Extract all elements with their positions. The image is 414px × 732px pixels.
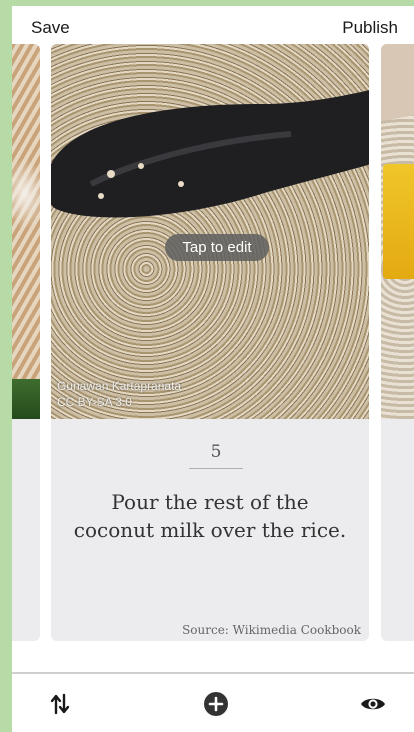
step-photo[interactable]: Tap to edit Gunawan Kartapranata CC BY-S…: [51, 44, 369, 419]
photo-credit-author: Gunawan Kartapranata: [57, 379, 182, 393]
add-step-button[interactable]: [202, 690, 230, 718]
step-text[interactable]: Pour the rest of the coconut milk over t…: [71, 488, 349, 544]
add-circle-icon: [204, 692, 228, 716]
spoon-illustration: [51, 90, 369, 218]
story-editor: Save Publish Tap to edit Gunawan Kartapr…: [12, 6, 414, 732]
photo-credit-license: CC BY-SA 3.0: [57, 395, 132, 409]
current-step-card: Tap to edit Gunawan Kartapranata CC BY-S…: [51, 44, 369, 641]
photo-credit: Gunawan Kartapranata CC BY-SA 3.0: [57, 378, 181, 410]
publish-button[interactable]: Publish: [342, 18, 398, 38]
tap-to-edit-button[interactable]: Tap to edit: [165, 234, 269, 261]
reorder-button[interactable]: [46, 690, 74, 718]
source-attribution: Source: Wikimedia Cookbook: [182, 623, 361, 637]
save-button[interactable]: Save: [31, 18, 70, 38]
eye-icon: [361, 698, 385, 710]
top-bar: Save Publish: [12, 6, 414, 44]
greens-decoration: [12, 379, 40, 419]
previous-step-photo: [12, 44, 40, 419]
step-number: 5: [189, 442, 243, 469]
swap-vertical-icon: [50, 693, 70, 715]
preview-button[interactable]: [359, 690, 387, 718]
next-step-card[interactable]: [381, 44, 414, 641]
mango-decoration: [383, 164, 414, 279]
next-step-photo: [381, 44, 414, 419]
bottom-toolbar: [12, 674, 414, 732]
previous-step-card[interactable]: [12, 44, 40, 641]
